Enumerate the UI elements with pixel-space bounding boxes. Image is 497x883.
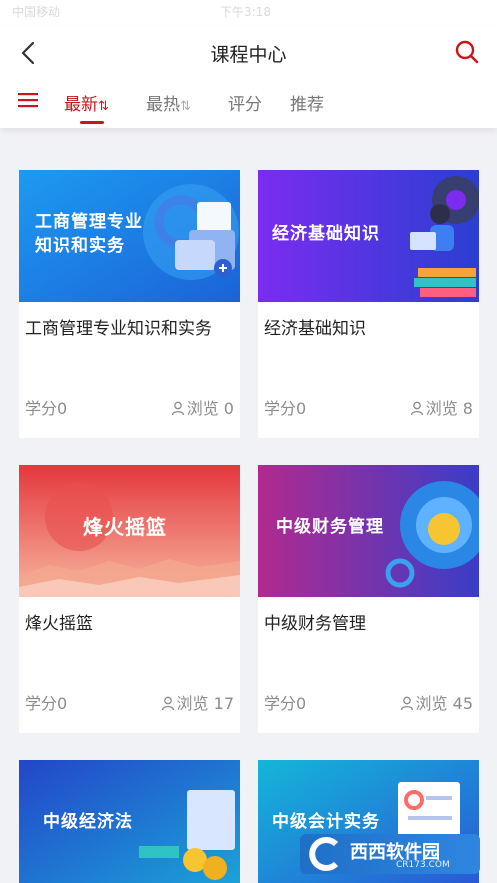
cover-title: 烽火摇篮 xyxy=(83,515,167,539)
cover-title: 中级会计实务 xyxy=(272,812,380,832)
views-count: 浏览 17 xyxy=(176,694,234,713)
sort-icon: ⇅ xyxy=(180,99,191,114)
tab-rating[interactable]: 评分 xyxy=(228,90,262,115)
app-header: 课程中心 最新⇅ 最热⇅ 评分 推荐 xyxy=(0,26,497,128)
menu-button[interactable] xyxy=(16,90,40,110)
cover-title: 中级财务管理 xyxy=(276,517,384,537)
course-title: 中级财务管理 xyxy=(264,614,366,634)
tab-hottest-label: 最热 xyxy=(146,95,180,115)
page-title: 课程中心 xyxy=(210,44,287,66)
course-credit: 学分0 xyxy=(25,399,68,418)
tab-rating-label: 评分 xyxy=(228,95,262,115)
course-card[interactable]: 经济基础知识 经济基础知识 学分0 浏览 8 xyxy=(258,170,479,438)
course-views: 浏览 0 xyxy=(171,395,234,419)
tab-recommended[interactable]: 推荐 xyxy=(290,90,324,115)
active-tab-indicator xyxy=(80,121,104,124)
tab-hottest[interactable]: 最热⇅ xyxy=(146,90,191,115)
watermark-url: CR173.COM xyxy=(396,860,450,870)
course-title: 工商管理专业知识和实务 xyxy=(25,319,212,339)
tab-latest[interactable]: 最新⇅ xyxy=(64,90,109,115)
search-button[interactable] xyxy=(452,37,482,67)
course-card[interactable]: 烽火摇篮 烽火摇篮 学分0 浏览 17 xyxy=(19,465,240,733)
course-credit: 学分0 xyxy=(264,399,307,418)
course-card[interactable]: 中级经济法 xyxy=(19,760,240,883)
sort-icon: ⇅ xyxy=(98,99,109,114)
user-icon xyxy=(400,696,413,711)
cover-title: 工商管理专业 知识和实务 xyxy=(35,212,143,256)
course-cover: 中级经济法 xyxy=(19,760,240,883)
views-count: 浏览 0 xyxy=(186,399,234,418)
course-cover: 经济基础知识 xyxy=(258,170,479,302)
status-time: 下午3:18 xyxy=(220,5,271,19)
course-title: 烽火摇篮 xyxy=(25,614,93,634)
logo-icon xyxy=(309,837,339,871)
cover-title: 经济基础知识 xyxy=(272,224,380,244)
views-count: 浏览 45 xyxy=(415,694,473,713)
carrier-label: 中国移动 xyxy=(12,5,61,19)
hamburger-icon xyxy=(18,93,38,108)
tab-recommended-label: 推荐 xyxy=(290,95,324,115)
status-bar: 中国移动 下午3:18 xyxy=(0,0,497,26)
course-views: 浏览 8 xyxy=(410,395,473,419)
course-credit: 学分0 xyxy=(25,694,68,713)
cover-title: 中级经济法 xyxy=(43,812,133,832)
course-views: 浏览 45 xyxy=(400,690,473,714)
user-icon xyxy=(410,401,423,416)
course-cover: 烽火摇篮 xyxy=(19,465,240,597)
views-count: 浏览 8 xyxy=(425,399,473,418)
course-views: 浏览 17 xyxy=(161,690,234,714)
course-cover: 工商管理专业 知识和实务 xyxy=(19,170,240,302)
course-card[interactable]: 工商管理专业 知识和实务 工商管理专业知识和实务 学分0 浏览 0 xyxy=(19,170,240,438)
course-card[interactable]: 中级财务管理 中级财务管理 学分0 浏览 45 xyxy=(258,465,479,733)
course-credit: 学分0 xyxy=(264,694,307,713)
tab-latest-label: 最新 xyxy=(64,95,98,115)
watermark-logo: 西西软件园 CR173.COM xyxy=(300,834,480,874)
user-icon xyxy=(161,696,174,711)
user-icon xyxy=(171,401,184,416)
search-icon xyxy=(455,40,479,64)
course-cover: 中级财务管理 xyxy=(258,465,479,597)
course-title: 经济基础知识 xyxy=(264,319,366,339)
